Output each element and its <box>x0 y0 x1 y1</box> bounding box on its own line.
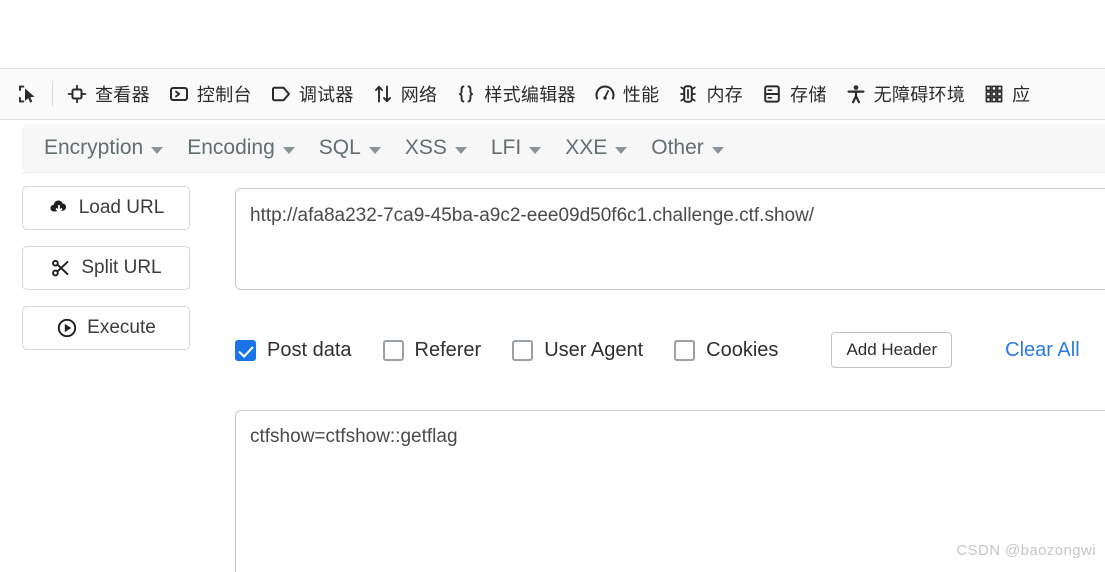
tab-label: 存储 <box>790 85 827 105</box>
tab-label: 无障碍环境 <box>873 85 966 105</box>
devtools-hackbar-screen: 查看器 控制台 调试器 网络 样式编辑器 性能 内存 存储 无障碍环境 应 En… <box>0 0 1105 572</box>
debugger-icon <box>270 83 292 105</box>
menu-label: SQL <box>318 136 361 159</box>
option-referer[interactable]: Referer <box>382 338 482 362</box>
menu-label: LFI <box>490 136 522 159</box>
tab-inspector[interactable]: 查看器 <box>57 69 159 119</box>
option-user-agent[interactable]: User Agent <box>512 339 643 362</box>
option-cookies[interactable]: Cookies <box>674 339 778 362</box>
execute-button[interactable]: Execute <box>22 306 190 350</box>
user-agent-checkbox[interactable] <box>512 339 534 361</box>
tab-accessibility[interactable]: 无障碍环境 <box>836 69 975 119</box>
split-url-button[interactable]: Split URL <box>22 246 190 290</box>
toolbar-divider <box>52 82 53 106</box>
button-label: Execute <box>87 317 156 338</box>
scissors-icon <box>50 257 72 279</box>
tab-application[interactable]: 应 <box>974 69 1039 119</box>
tab-label: 应 <box>1012 85 1031 105</box>
devtools-toolbar: 查看器 控制台 调试器 网络 样式编辑器 性能 内存 存储 无障碍环境 应 <box>0 69 1105 120</box>
gauge-icon <box>594 83 616 105</box>
cookies-checkbox[interactable] <box>674 339 696 361</box>
tab-performance[interactable]: 性能 <box>585 69 669 119</box>
load-url-button[interactable]: Load URL <box>22 186 190 230</box>
tab-label: 样式编辑器 <box>484 85 576 105</box>
inspector-icon <box>66 83 88 105</box>
url-input[interactable] <box>235 188 1105 290</box>
chevron-down-icon <box>282 146 295 154</box>
menu-label: Other <box>651 136 704 159</box>
menubar-divider <box>22 172 1105 173</box>
option-post-data[interactable]: Post data <box>235 339 352 362</box>
play-circle-icon <box>56 317 78 339</box>
cloud-download-icon <box>48 197 70 219</box>
option-label: Cookies <box>706 338 779 361</box>
menu-label: XXE <box>565 136 608 159</box>
button-label: Load URL <box>78 197 165 218</box>
hackbar-action-buttons: Load URL Split URL Execute <box>22 186 190 350</box>
application-grid-icon <box>983 83 1005 105</box>
memory-chip-icon <box>677 83 699 105</box>
menu-label: Encoding <box>187 136 275 159</box>
tab-label: 网络 <box>400 85 438 105</box>
tab-network[interactable]: 网络 <box>363 69 447 119</box>
option-label: Post data <box>267 338 352 361</box>
chevron-down-icon <box>711 146 724 154</box>
console-icon <box>168 83 190 105</box>
request-options-row: Post data Referer User Agent Cookies Add… <box>235 330 1105 370</box>
chevron-down-icon <box>454 146 467 154</box>
menu-sql[interactable]: SQL <box>307 130 393 166</box>
tab-style-editor[interactable]: 样式编辑器 <box>446 69 585 119</box>
network-arrows-icon <box>372 83 394 105</box>
tab-label: 控制台 <box>196 85 252 105</box>
chevron-down-icon <box>368 146 381 154</box>
hackbar-menubar: Encryption Encoding SQL XSS LFI XXE Othe… <box>22 124 1105 172</box>
menu-other[interactable]: Other <box>639 130 736 166</box>
menu-encoding[interactable]: Encoding <box>175 130 307 166</box>
chevron-down-icon <box>151 146 164 154</box>
tab-console[interactable]: 控制台 <box>159 69 261 119</box>
menu-encryption[interactable]: Encryption <box>32 130 175 166</box>
option-label: Referer <box>414 338 482 361</box>
tab-label: 调试器 <box>298 85 354 105</box>
menu-xxe[interactable]: XXE <box>553 130 639 166</box>
csdn-watermark: CSDN @baozongwi <box>956 542 1096 559</box>
add-header-button[interactable]: Add Header <box>831 332 953 368</box>
menu-label: Encryption <box>44 136 144 159</box>
post-data-checkbox[interactable] <box>235 339 256 361</box>
clear-all-link[interactable]: Clear All <box>1005 339 1079 362</box>
menu-lfi[interactable]: LFI <box>479 130 553 166</box>
cursor-box-icon <box>17 83 39 105</box>
menu-xss[interactable]: XSS <box>393 130 479 166</box>
button-label: Split URL <box>81 257 162 278</box>
tab-label: 查看器 <box>95 85 150 105</box>
tab-memory[interactable]: 内存 <box>668 69 752 119</box>
browser-chrome-blank-area <box>0 0 1105 69</box>
tab-storage[interactable]: 存储 <box>752 69 836 119</box>
accessibility-person-icon <box>845 83 867 105</box>
option-label: User Agent <box>544 338 644 361</box>
menu-label: XSS <box>404 136 447 159</box>
element-picker-button[interactable] <box>8 69 48 119</box>
chevron-down-icon <box>529 146 542 154</box>
tab-label: 内存 <box>706 85 744 105</box>
braces-icon <box>455 83 477 105</box>
storage-icon <box>761 83 783 105</box>
tab-debugger[interactable]: 调试器 <box>261 69 363 119</box>
chevron-down-icon <box>615 146 628 154</box>
referer-checkbox[interactable] <box>382 339 404 361</box>
tab-label: 性能 <box>622 85 660 105</box>
